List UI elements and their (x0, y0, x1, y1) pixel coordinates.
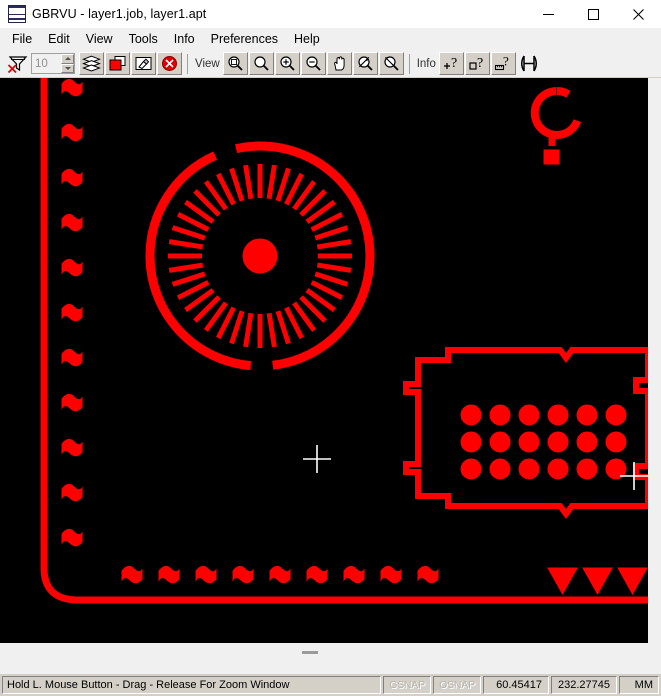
info-distance-icon (521, 55, 538, 72)
status-gsnap[interactable]: GSNAP (383, 676, 431, 694)
layers-button[interactable] (79, 52, 104, 75)
minimize-button[interactable] (526, 0, 571, 28)
menu-preferences[interactable]: Preferences (203, 30, 286, 49)
toolbar-separator-2 (408, 53, 410, 74)
zoom-out-button[interactable] (300, 52, 326, 75)
svg-text:?: ? (451, 56, 457, 71)
app-icon (8, 5, 26, 23)
circular-component (145, 141, 375, 371)
info-point-query-icon: ? (443, 56, 457, 71)
layer-color-button[interactable] (105, 52, 130, 75)
menu-view[interactable]: View (78, 30, 121, 49)
zoom-all-icon (254, 56, 269, 71)
minimize-icon (543, 13, 554, 15)
zoom-in-icon (280, 56, 295, 71)
info-measure-query-icon: ? (494, 55, 509, 71)
menu-file[interactable]: File (4, 30, 40, 49)
zoom-redraw-icon (384, 56, 399, 71)
aperture-spin-up[interactable] (61, 54, 74, 64)
title-bar: GBRVU - layer1.job, layer1.apt (0, 0, 661, 29)
status-message: Hold L. Mouse Button - Drag - Release Fo… (2, 676, 381, 694)
menu-edit[interactable]: Edit (40, 30, 78, 49)
zoom-all-button[interactable] (248, 52, 274, 75)
delete-red-circle-icon (162, 56, 177, 71)
window-controls (526, 0, 661, 28)
aperture-number-value[interactable]: 10 (32, 54, 61, 73)
zoom-window-icon (228, 56, 243, 71)
edit-layer-icon (135, 57, 152, 70)
info-measure-button[interactable]: ? (490, 52, 516, 75)
edit-layer-button[interactable] (131, 52, 156, 75)
horizontal-scrollbar[interactable] (0, 643, 661, 661)
zoom-out-icon (306, 56, 321, 71)
menu-info[interactable]: Info (166, 30, 203, 49)
info-area-query-icon: ? (469, 56, 483, 71)
maximize-button[interactable] (571, 0, 616, 28)
info-distance-button[interactable] (517, 52, 542, 75)
info-area-button[interactable]: ? (464, 52, 490, 75)
pan-hand-icon (333, 56, 345, 71)
status-osnap[interactable]: OSNAP (433, 676, 481, 694)
close-button[interactable] (616, 0, 661, 28)
status-y-coordinate: 232.27745 (551, 676, 617, 694)
gerber-artwork (0, 78, 648, 643)
pan-button[interactable] (326, 52, 352, 75)
gbrvu-window: GBRVU - layer1.job, layer1.apt File Edit… (0, 0, 661, 696)
svg-text:?: ? (503, 55, 509, 69)
zoom-previous-button[interactable] (352, 52, 378, 75)
aperture-filter-button[interactable] (5, 52, 30, 75)
toolbar-separator-1 (187, 53, 188, 74)
zoom-window-button[interactable] (222, 52, 248, 75)
horizontal-scrollbar-thumb[interactable] (302, 651, 318, 654)
svg-text:?: ? (477, 56, 483, 71)
aperture-number-stepper[interactable]: 10 (31, 53, 75, 74)
bottom-triangle-row (547, 567, 648, 596)
delete-button[interactable] (157, 52, 182, 75)
zoom-redraw-button[interactable] (378, 52, 404, 75)
view-group-label: View (195, 57, 220, 70)
info-group-label: Info (416, 57, 436, 70)
info-point-button[interactable]: ? (438, 52, 464, 75)
zoom-previous-icon (358, 56, 373, 71)
vertical-scrollbar[interactable] (648, 78, 661, 643)
zoom-in-button[interactable] (274, 52, 300, 75)
window-title: GBRVU - layer1.job, layer1.apt (32, 7, 207, 21)
canvas-area (0, 78, 661, 674)
status-bar: Hold L. Mouse Button - Drag - Release Fo… (0, 674, 661, 696)
maximize-icon (588, 8, 599, 20)
close-icon (633, 8, 644, 20)
aperture-filter-icon (7, 56, 27, 74)
layers-icon (82, 55, 101, 72)
status-units: MM (619, 676, 659, 694)
aperture-spin-down[interactable] (61, 63, 74, 73)
layer-color-icon (109, 56, 126, 71)
menu-tools[interactable]: Tools (121, 30, 166, 49)
menu-help[interactable]: Help (286, 30, 328, 49)
menu-bar: File Edit View Tools Info Preferences He… (0, 29, 661, 50)
main-toolbar: 10 View Info ? ? ? (0, 50, 661, 78)
bottom-squiggle-row (121, 565, 439, 584)
gerber-view-canvas[interactable] (0, 78, 648, 643)
status-x-coordinate: 60.45417 (483, 676, 549, 694)
